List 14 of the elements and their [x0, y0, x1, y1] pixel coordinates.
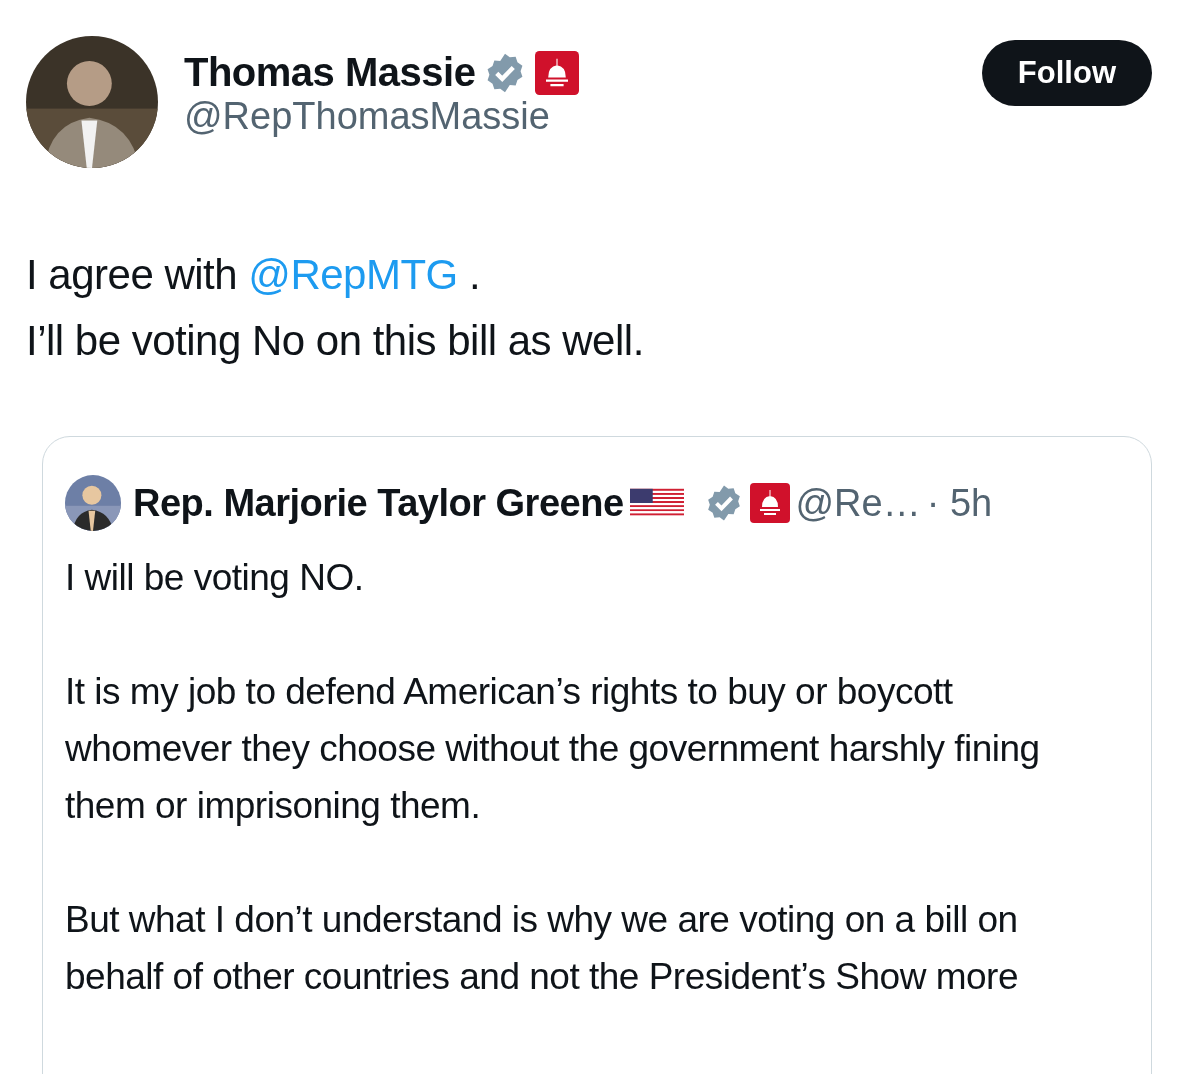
author-name[interactable]: Thomas Massie	[184, 50, 476, 95]
post-time: · 5h	[926, 481, 993, 525]
quoted-post-text: It is my job to defend American’s rights to buy or boycott whomever they choose without the government harshly fining them or imprisoning them.	[65, 670, 1041, 828]
quoted-author-handle[interactable]: @Re…	[795, 481, 921, 525]
quoted-post-text: But what I don’t understand is why we are voting on a bill on behalf of other countries and not the President’s Show more	[65, 898, 1019, 999]
quoted-post-card[interactable]	[42, 436, 1152, 1074]
show-more-link[interactable]: Show more	[835, 956, 1018, 997]
quoted-post-text: I will be voting NO.	[65, 556, 365, 600]
author-handle[interactable]: @RepThomasMassie	[184, 95, 982, 138]
post-text: I agree with @RepMTG .	[26, 250, 482, 300]
follow-button[interactable]: Follow	[981, 40, 1152, 106]
quoted-author-name[interactable]: Rep. Marjorie Taylor Greene	[133, 481, 624, 525]
avatar[interactable]	[65, 475, 121, 531]
post-text: I’ll be voting No on this bill as well.	[26, 316, 645, 366]
